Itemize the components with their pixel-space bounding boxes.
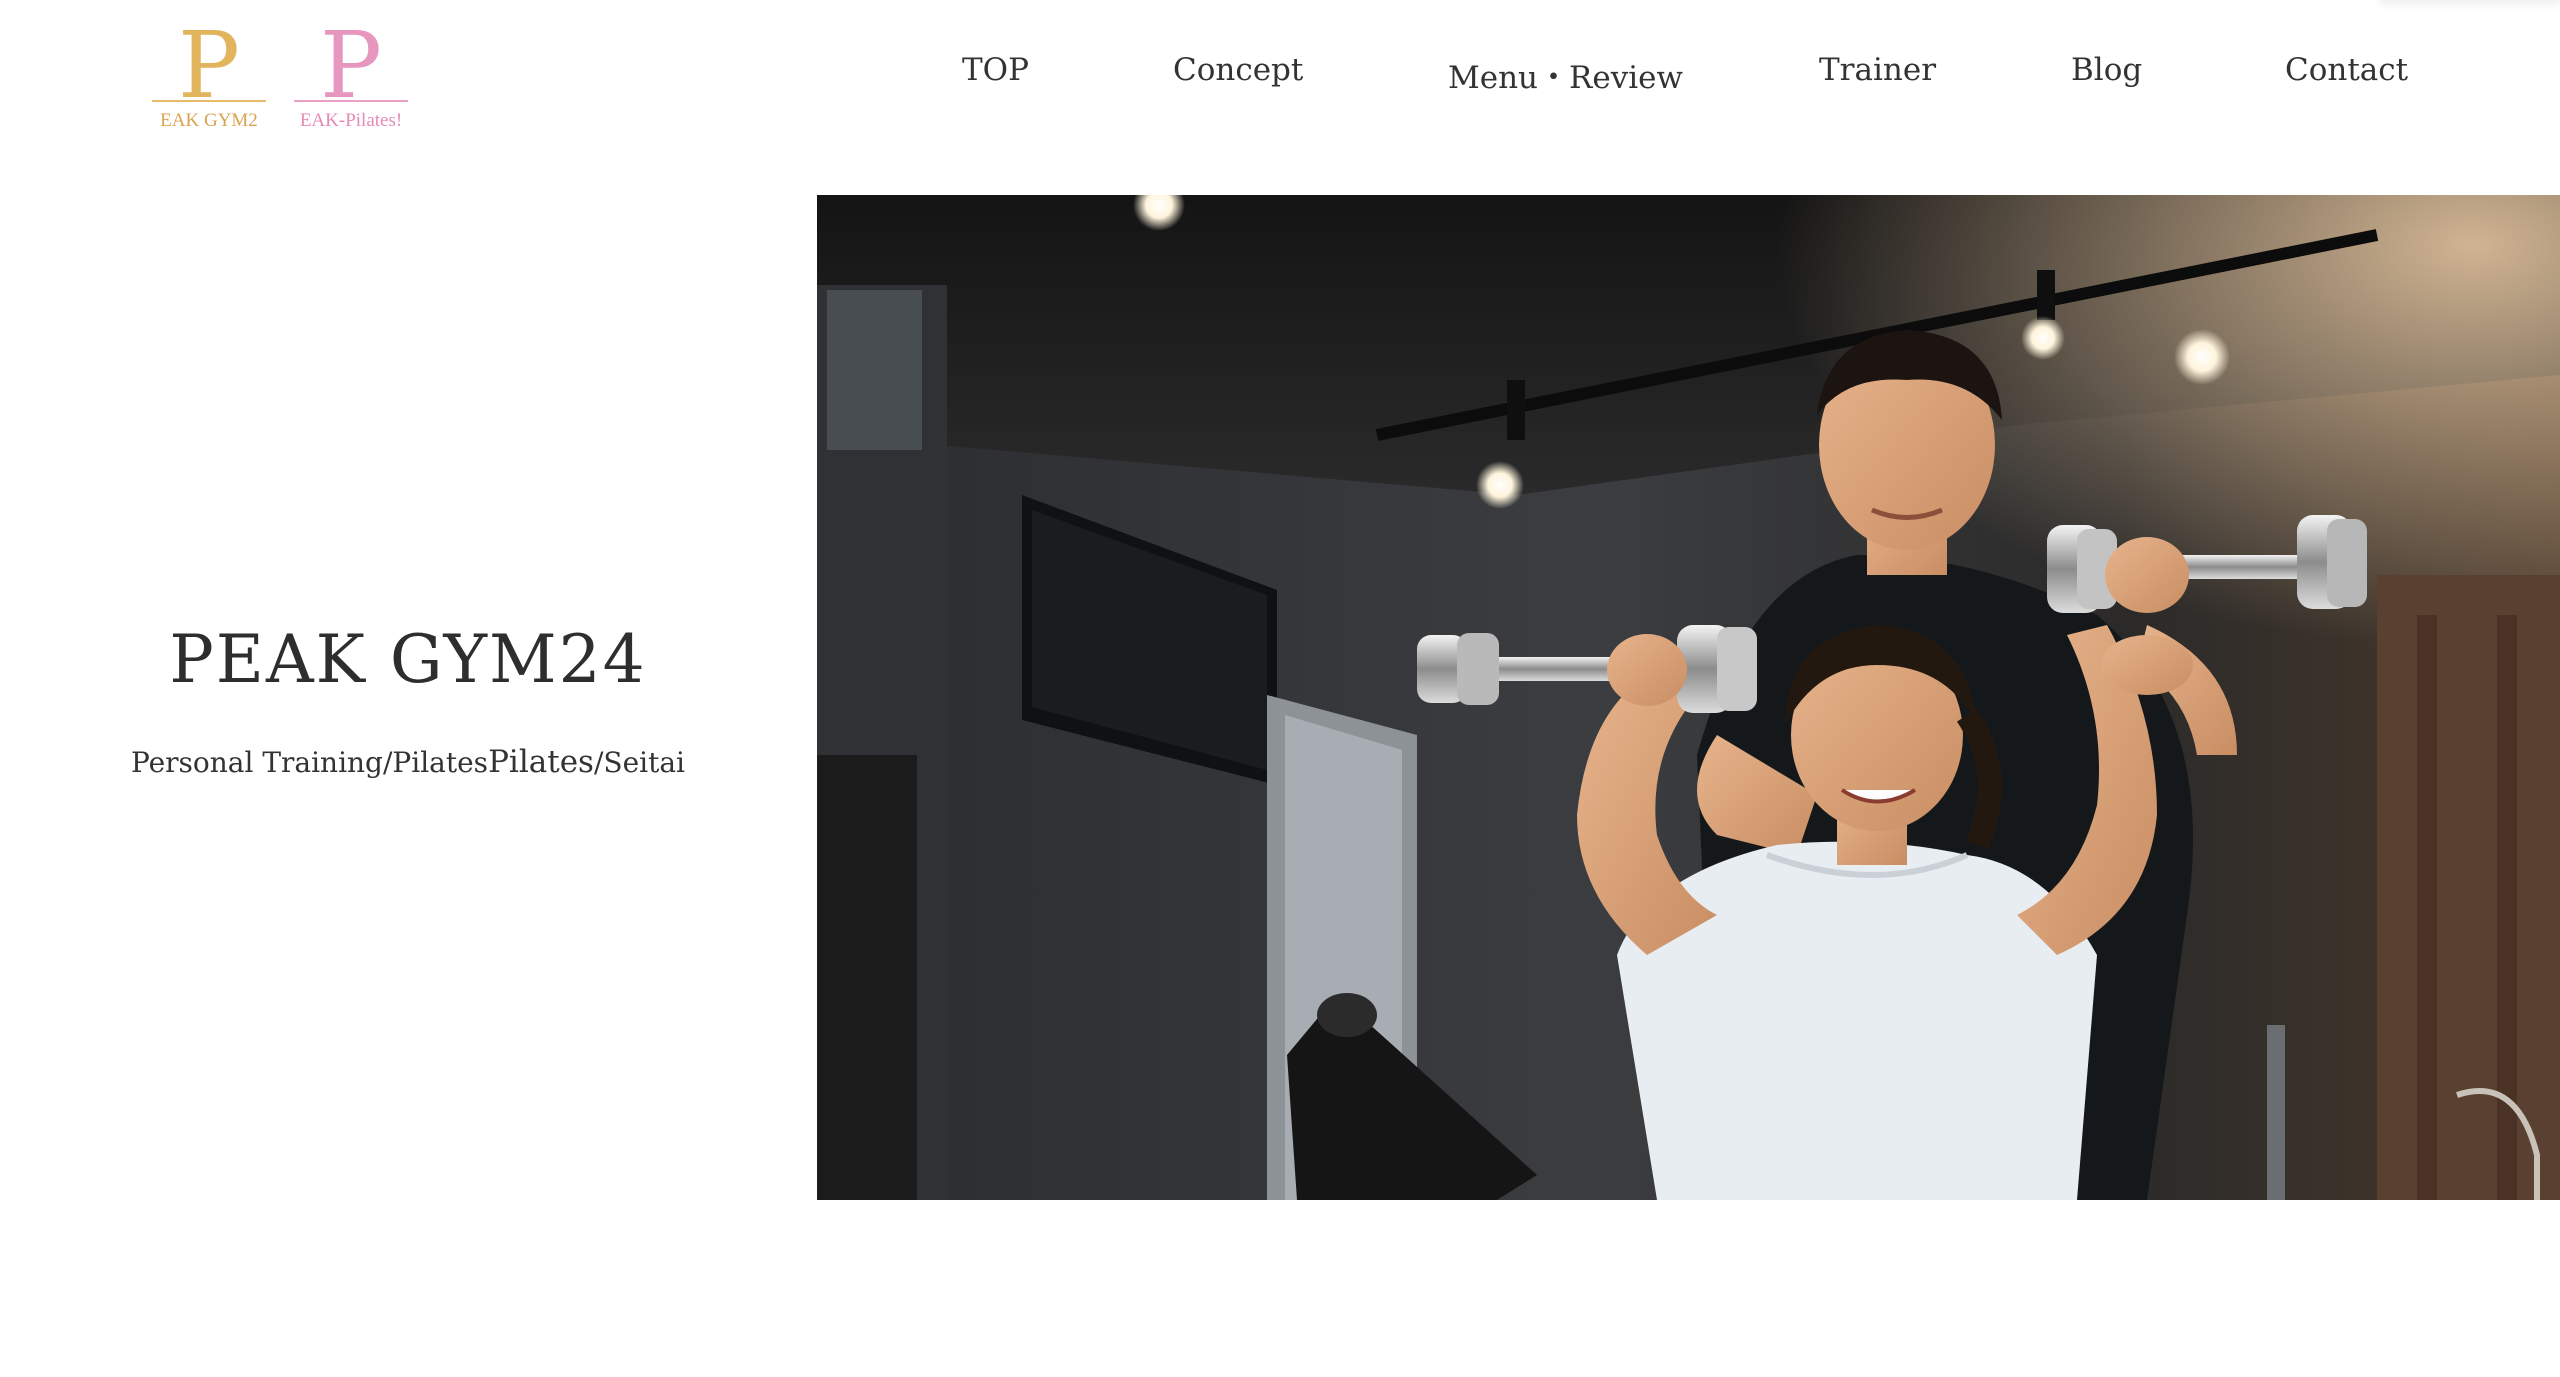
hero-subtitle: Personal Training/PilatesPilates/Seitai — [0, 744, 816, 780]
hero-subtitle-part1: Personal Training/Pilates — [130, 746, 489, 779]
logo-letter: P — [320, 12, 382, 119]
nav-blog[interactable]: Blog — [2071, 52, 2142, 88]
main-nav: TOP Concept Menu・Review Trainer Blog Con… — [962, 52, 2560, 108]
peak-pilates-logo[interactable]: P EAK-Pilates! — [292, 18, 410, 146]
nav-trainer[interactable]: Trainer — [1819, 52, 1936, 88]
logo-rule — [294, 100, 408, 102]
logo-letter: P — [178, 12, 240, 119]
logo-rule — [152, 100, 266, 102]
gym-training-photo — [817, 195, 2560, 1200]
hero-subtitle-part3: /Seitai — [593, 746, 685, 779]
hero-image — [817, 195, 2560, 1200]
hero-text: PEAK GYM24 Personal Training/PilatesPila… — [0, 612, 816, 780]
hero-subtitle-part2: Pilates — [488, 744, 594, 780]
logo-subtitle: EAK-Pilates! — [299, 110, 403, 131]
logo-subtitle: EAK GYM2 — [160, 110, 258, 131]
nav-menu-review[interactable]: Menu・Review — [1448, 52, 1683, 97]
logo-group: P EAK GYM2 P EAK-Pilates! — [150, 18, 410, 146]
nav-concept[interactable]: Concept — [1173, 52, 1303, 88]
corner-shadow — [2380, 0, 2560, 3]
hero-title: PEAK GYM24 — [169, 621, 647, 698]
peak-gym-logo[interactable]: P EAK GYM2 — [150, 18, 268, 146]
page: P EAK GYM2 P EAK-Pilates! TOP Concept Me… — [0, 0, 2560, 1377]
nav-contact[interactable]: Contact — [2285, 52, 2408, 88]
nav-top[interactable]: TOP — [962, 52, 1029, 88]
